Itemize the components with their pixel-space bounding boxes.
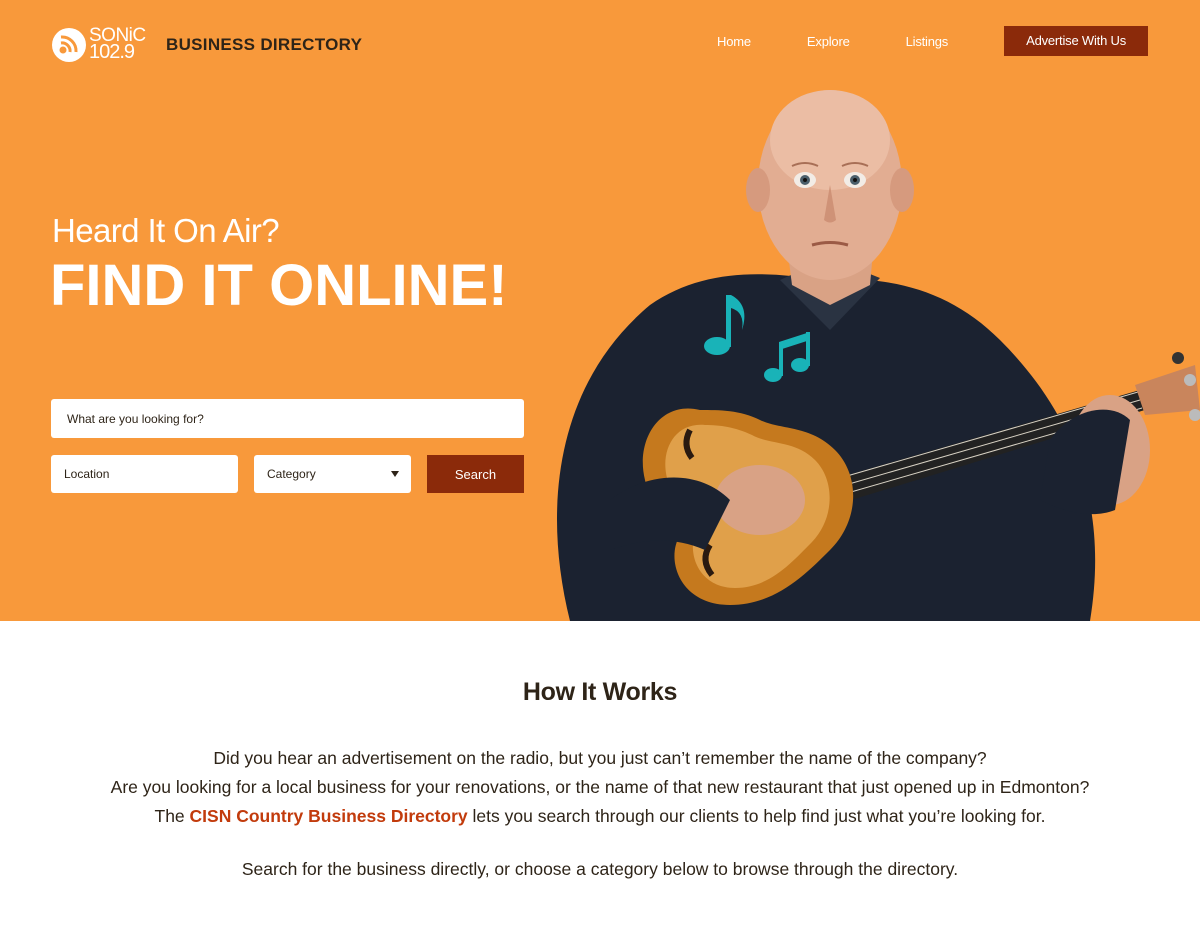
tagline-small: Heard It On Air? (52, 212, 280, 249)
how-line-3: The CISN Country Business Directory lets… (0, 802, 1200, 831)
logo-wordmark: SONiC 102.9 (89, 26, 146, 63)
how-line-4: Search for the business directly, or cho… (241, 859, 959, 879)
logo-frequency: 102.9 (89, 41, 135, 63)
main-nav: Home Explore Listings Advertise With Us (717, 26, 1148, 56)
search-button[interactable]: Search (427, 455, 524, 493)
search-input[interactable] (51, 399, 524, 438)
how-it-works-body: Did you hear an advertisement on the rad… (0, 744, 1200, 831)
hero-section: SONiC 102.9 BUSINESS DIRECTORY Home Expl… (0, 0, 1200, 621)
advertise-button[interactable]: Advertise With Us (1004, 26, 1148, 56)
sonic-logo[interactable]: SONiC 102.9 (52, 26, 146, 64)
how-line-3-post: lets you search through our clients to h… (467, 806, 1046, 826)
how-line-1: Did you hear an advertisement on the rad… (213, 748, 987, 768)
category-select[interactable]: Category (254, 455, 411, 493)
nav-explore[interactable]: Explore (807, 34, 850, 49)
category-select-value: Category (267, 467, 316, 481)
nav-home[interactable]: Home (717, 34, 751, 49)
nav-listings[interactable]: Listings (906, 34, 949, 49)
caret-down-icon (391, 471, 399, 477)
radio-wave-icon (52, 28, 86, 62)
directory-name-highlight: CISN Country Business Directory (189, 806, 468, 826)
man-with-ukulele-photo (556, 90, 1200, 621)
site-title: BUSINESS DIRECTORY (166, 35, 363, 54)
location-input[interactable] (51, 455, 238, 493)
how-line-2: Are you looking for a local business for… (110, 777, 1090, 797)
how-it-works-title: How It Works (522, 678, 678, 706)
how-line-3-pre: The (154, 806, 190, 826)
tagline-big: FIND IT ONLINE! (50, 253, 508, 318)
